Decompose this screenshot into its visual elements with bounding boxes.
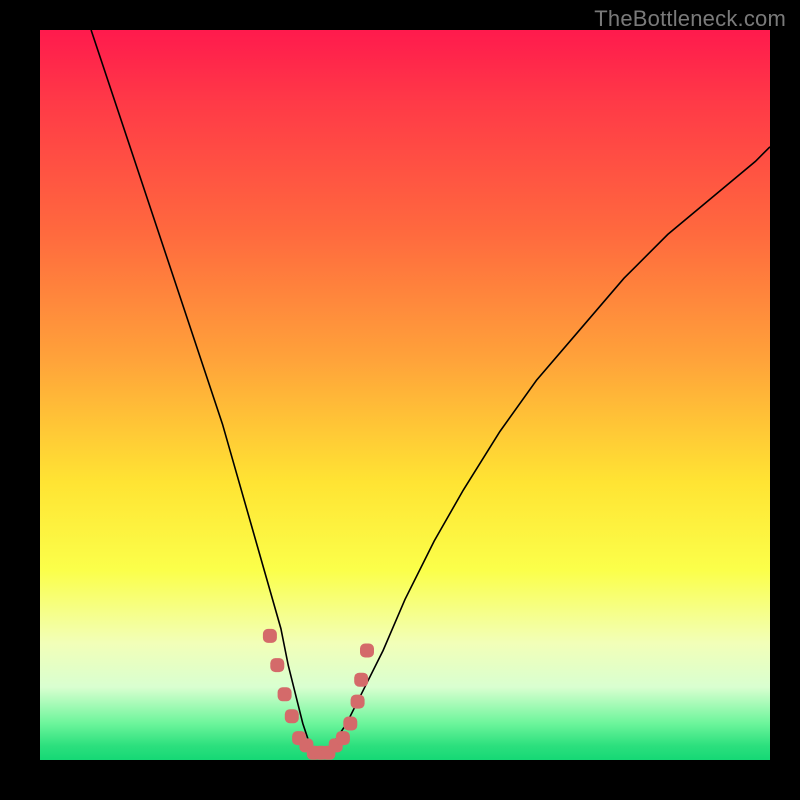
sweet-spot-marker (354, 673, 368, 687)
sweet-spot-marker (278, 687, 292, 701)
bottleneck-curve (91, 30, 770, 753)
sweet-spot-marker (263, 629, 277, 643)
sweet-spot-marker (360, 644, 374, 658)
sweet-spot-marker (336, 731, 350, 745)
chart-overlay (40, 30, 770, 760)
sweet-spot-marker (351, 695, 365, 709)
sweet-spot-markers (263, 629, 374, 760)
watermark-text: TheBottleneck.com (594, 6, 786, 32)
sweet-spot-marker (285, 709, 299, 723)
sweet-spot-marker (270, 658, 284, 672)
chart-frame: TheBottleneck.com (0, 0, 800, 800)
sweet-spot-marker (343, 717, 357, 731)
